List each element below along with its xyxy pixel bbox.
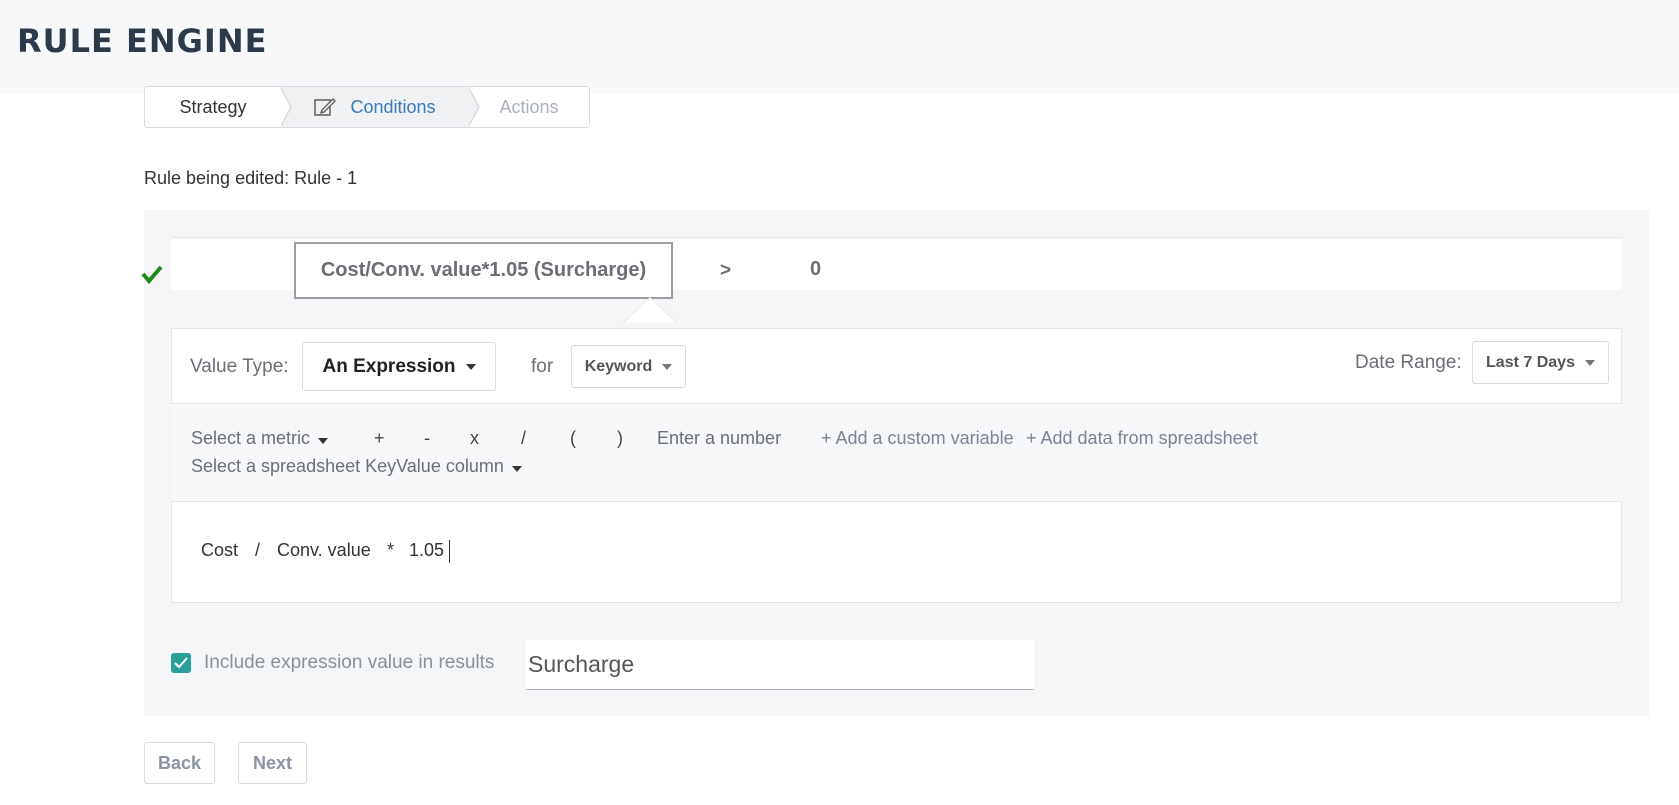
chevron-down-icon [662, 363, 673, 370]
add-custom-variable-link[interactable]: + Add a custom variable [821, 428, 1014, 449]
expression-toolbar [171, 403, 1622, 502]
expression-token[interactable]: 1.05 [409, 540, 444, 561]
step-conditions-label: Conditions [350, 96, 436, 117]
step-strategy[interactable]: Strategy [145, 87, 292, 127]
back-button[interactable]: Back [144, 742, 215, 784]
op-divide-button[interactable]: / [521, 428, 526, 449]
select-metric-label: Select a metric [191, 428, 311, 448]
chevron-down-icon [465, 363, 476, 370]
chevron-down-icon [1584, 359, 1595, 366]
step-strategy-label: Strategy [179, 96, 247, 117]
step-actions[interactable]: Actions [469, 87, 589, 127]
value-type-select[interactable]: An Expression [302, 342, 496, 391]
include-expression-checkbox[interactable] [171, 653, 191, 673]
chevron-down-icon [318, 438, 329, 444]
value-type-label: Value Type: [190, 356, 289, 377]
date-range-select[interactable]: Last 7 Days [1472, 341, 1609, 384]
op-close-paren-button[interactable]: ) [617, 428, 623, 449]
date-range-label: Date Range: [1355, 352, 1462, 373]
expression-token[interactable]: * [387, 540, 394, 561]
edit-icon [314, 97, 337, 116]
wizard-steps: Strategy Conditions Actions [144, 86, 590, 128]
page-title: RULE ENGINE [17, 22, 268, 60]
step-conditions[interactable]: Conditions [281, 87, 480, 127]
add-spreadsheet-data-link[interactable]: + Add data from spreadsheet [1026, 428, 1258, 449]
expression-token[interactable]: Conv. value [277, 540, 371, 561]
condition-value[interactable]: 0 [810, 258, 821, 281]
date-range-selected: Last 7 Days [1486, 353, 1575, 371]
enter-number-input[interactable]: Enter a number [657, 428, 781, 449]
check-icon [141, 265, 163, 284]
step-actions-label: Actions [499, 96, 559, 117]
rule-being-edited: Rule being edited: Rule - 1 [144, 168, 358, 188]
entity-selected: Keyword [584, 357, 653, 375]
popover-pointer [623, 297, 677, 323]
select-keyvalue-dropdown[interactable]: Select a spreadsheet KeyValue column [191, 456, 522, 477]
value-type-selected: An Expression [322, 355, 456, 377]
select-metric-dropdown[interactable]: Select a metric [191, 428, 329, 449]
next-button[interactable]: Next [238, 742, 307, 784]
condition-operator[interactable]: > [720, 260, 731, 282]
for-label: for [531, 356, 554, 377]
page-header: RULE ENGINE [0, 0, 1679, 93]
op-multiply-button[interactable]: x [470, 428, 479, 449]
expression-name-input[interactable] [526, 640, 1034, 690]
expression-token[interactable]: Cost [201, 540, 238, 561]
check-icon [174, 657, 188, 669]
op-open-paren-button[interactable]: ( [570, 428, 576, 449]
op-plus-button[interactable]: + [374, 428, 385, 449]
expression-token[interactable]: / [255, 540, 260, 561]
text-cursor [449, 540, 450, 563]
condition-expression-box[interactable]: Cost/Conv. value*1.05 (Surcharge) [294, 242, 673, 299]
entity-select[interactable]: Keyword [571, 345, 686, 388]
select-keyvalue-label: Select a spreadsheet KeyValue column [191, 456, 504, 476]
include-expression-label: Include expression value in results [204, 652, 495, 673]
chevron-down-icon [511, 466, 522, 472]
op-minus-button[interactable]: - [424, 428, 430, 449]
